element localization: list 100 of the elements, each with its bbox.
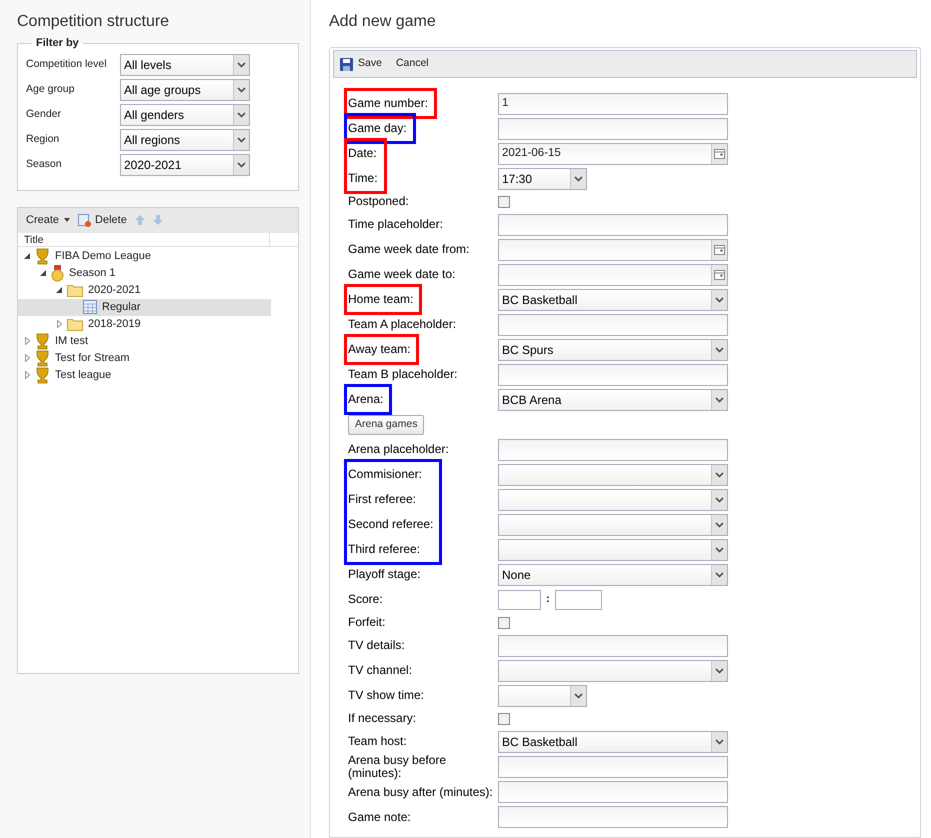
field-label: Commisioner: bbox=[348, 468, 422, 481]
field-label: Third referee: bbox=[348, 543, 420, 556]
tree-item[interactable]: Test for Stream bbox=[18, 350, 271, 366]
date-field[interactable] bbox=[498, 238, 728, 260]
dropdown-field[interactable] bbox=[498, 538, 728, 560]
time-dropdown[interactable] bbox=[498, 684, 587, 706]
dropdown-field[interactable] bbox=[498, 514, 728, 536]
text-field[interactable] bbox=[498, 634, 728, 656]
save-icon bbox=[340, 58, 353, 70]
collapsed-arrow-icon[interactable] bbox=[24, 337, 30, 345]
dropdown-field[interactable]: None bbox=[498, 564, 728, 586]
column-header: Title bbox=[18, 232, 270, 246]
field-label: Team A placeholder: bbox=[348, 318, 456, 331]
text-field[interactable] bbox=[498, 756, 728, 778]
filter-label: Competition level bbox=[26, 56, 108, 72]
trophy-icon bbox=[35, 350, 50, 366]
calendar-icon[interactable] bbox=[714, 244, 725, 254]
field-label: Home team: bbox=[348, 293, 414, 306]
field-label: Game day: bbox=[348, 122, 407, 135]
field-label: Away team: bbox=[348, 343, 410, 356]
tree-item[interactable]: IM test bbox=[18, 332, 271, 350]
tree-item[interactable]: 2018-2019 bbox=[18, 316, 271, 332]
filter-legend: Filter by bbox=[32, 35, 83, 52]
field-label: Arena placeholder: bbox=[348, 443, 449, 456]
dropdown-field[interactable] bbox=[498, 464, 728, 486]
checkbox[interactable] bbox=[498, 196, 510, 208]
panel-title: Competition structure bbox=[17, 12, 170, 32]
dropdown-field[interactable]: BC Basketball bbox=[498, 288, 728, 310]
filter-dropdown[interactable]: All levels bbox=[120, 54, 250, 76]
tree-item[interactable]: Test league bbox=[18, 366, 271, 384]
expanded-arrow-icon[interactable] bbox=[24, 253, 30, 259]
filter-dropdown[interactable]: 2020-2021 bbox=[120, 154, 250, 176]
folder-icon bbox=[67, 318, 83, 330]
expanded-arrow-icon[interactable] bbox=[40, 270, 46, 276]
save-button[interactable]: Save bbox=[340, 56, 382, 72]
field-label: First referee: bbox=[348, 493, 416, 506]
move-down-icon[interactable] bbox=[152, 215, 163, 225]
field-label: TV channel: bbox=[348, 664, 412, 677]
table-icon bbox=[83, 300, 97, 314]
text-field[interactable]: 1 bbox=[498, 92, 728, 114]
text-field[interactable] bbox=[498, 314, 728, 336]
checkbox[interactable] bbox=[498, 712, 510, 724]
date-field[interactable]: 2021-06-15 bbox=[498, 142, 728, 164]
cancel-button[interactable]: Cancel bbox=[396, 56, 429, 72]
text-field[interactable] bbox=[498, 214, 728, 236]
filter-label: Region bbox=[26, 132, 60, 147]
filter-label: Season bbox=[26, 156, 63, 172]
checkbox[interactable] bbox=[498, 616, 510, 628]
field-label: Playoff stage: bbox=[348, 568, 420, 581]
date-field[interactable] bbox=[498, 264, 728, 286]
tree-item[interactable]: Season 1 bbox=[18, 264, 271, 282]
filter-dropdown[interactable]: All regions bbox=[120, 128, 250, 150]
move-up-icon[interactable] bbox=[134, 215, 145, 225]
score-field[interactable] bbox=[498, 590, 541, 610]
text-field[interactable] bbox=[498, 806, 728, 828]
field-label: Arena: bbox=[348, 393, 384, 406]
field-label: Forfeit: bbox=[348, 616, 386, 629]
delete-icon bbox=[78, 214, 92, 226]
collapsed-arrow-icon[interactable] bbox=[24, 371, 30, 379]
tree-item[interactable]: Regular bbox=[18, 298, 271, 316]
dropdown-field[interactable]: BCB Arena bbox=[498, 388, 728, 410]
field-label: Game number: bbox=[348, 97, 428, 110]
field-label: Game week date to: bbox=[348, 268, 456, 281]
filter-label: Age group bbox=[26, 82, 76, 97]
field-label: Team host: bbox=[348, 735, 407, 748]
field-label: Second referee: bbox=[348, 518, 434, 531]
filter-dropdown[interactable]: All age groups bbox=[120, 78, 250, 100]
folder-icon bbox=[67, 284, 83, 296]
text-field[interactable] bbox=[498, 364, 728, 386]
calendar-icon[interactable] bbox=[714, 270, 725, 280]
calendar-icon[interactable] bbox=[714, 148, 725, 158]
text-field[interactable] bbox=[498, 780, 728, 802]
collapsed-arrow-icon[interactable] bbox=[24, 354, 30, 362]
text-field[interactable] bbox=[498, 438, 728, 460]
expanded-arrow-icon[interactable] bbox=[56, 287, 62, 293]
create-button[interactable]: Create bbox=[26, 212, 70, 228]
field-label: TV details: bbox=[348, 639, 405, 652]
tree-item[interactable]: FIBA Demo League bbox=[18, 248, 271, 264]
filter-dropdown[interactable]: All genders bbox=[120, 104, 250, 126]
collapsed-arrow-icon[interactable] bbox=[56, 320, 62, 328]
tree-item[interactable]: 2020-2021 bbox=[18, 282, 271, 298]
page-title: Add new game bbox=[329, 12, 437, 32]
field-label: Score: bbox=[348, 593, 383, 606]
trophy-icon bbox=[35, 366, 50, 384]
score-separator: : bbox=[546, 592, 550, 608]
delete-button[interactable]: Delete bbox=[78, 212, 127, 228]
field-label: Time: bbox=[348, 172, 378, 185]
medal-icon bbox=[51, 264, 64, 282]
field-label: Date: bbox=[348, 147, 377, 160]
time-dropdown[interactable]: 17:30 bbox=[498, 168, 587, 190]
field-label: Arena busy after (minutes): bbox=[348, 786, 493, 799]
score-field[interactable] bbox=[554, 590, 602, 610]
dropdown-field[interactable]: BC Basketball bbox=[498, 730, 728, 752]
dropdown-field[interactable] bbox=[498, 660, 728, 682]
caret-icon bbox=[64, 218, 70, 222]
arena-games-button[interactable]: Arena games bbox=[348, 414, 424, 434]
text-field[interactable] bbox=[498, 118, 728, 140]
dropdown-field[interactable]: BC Spurs bbox=[498, 338, 728, 360]
field-label: TV show time: bbox=[348, 689, 424, 702]
dropdown-field[interactable] bbox=[498, 488, 728, 510]
